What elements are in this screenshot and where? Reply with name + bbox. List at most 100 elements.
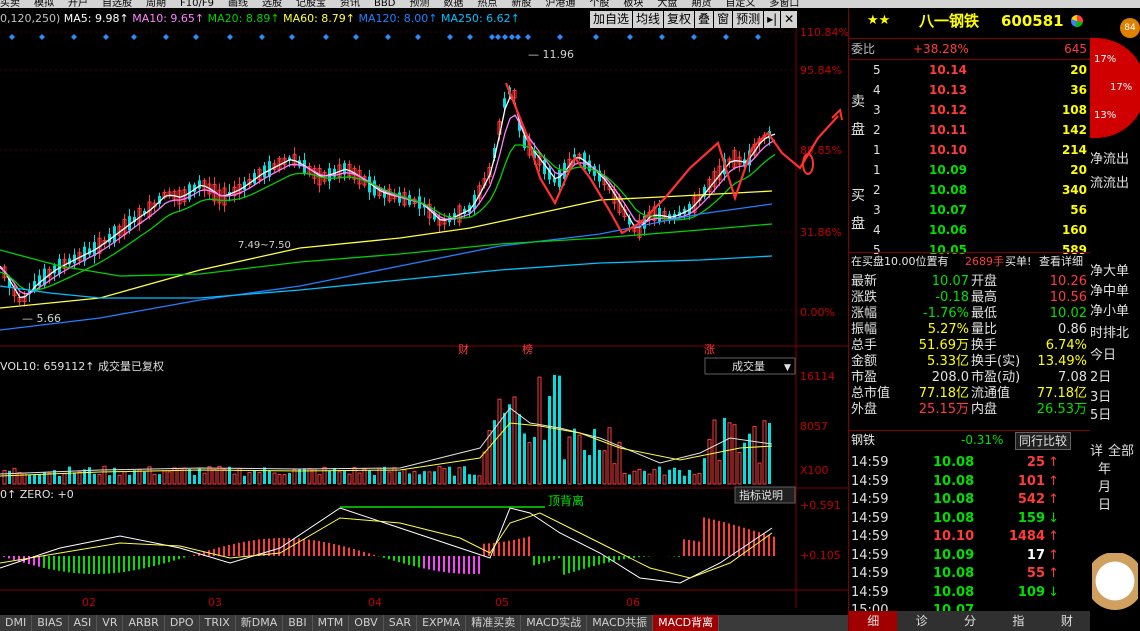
diamond-marker-icon[interactable]: [163, 34, 169, 40]
menu-item[interactable]: 记股宝: [296, 0, 326, 8]
macd-help-button[interactable]: 指标说明: [734, 486, 796, 504]
chart-area[interactable]: 110.84% 95.84% 80.85% 31.86% 0.00% — 11.96— 5…: [0, 8, 849, 615]
menu-item[interactable]: 板块: [623, 0, 643, 8]
pie-icon[interactable]: [1071, 15, 1083, 27]
menu-item[interactable]: 多窗口: [769, 0, 799, 8]
kline-svg[interactable]: 110.84%95.84%80.85%31.86%0.00%— 11.96— 5…: [0, 8, 849, 615]
side-item[interactable]: 今日: [1090, 344, 1116, 363]
side-item[interactable]: 3日: [1090, 386, 1111, 405]
close-icon[interactable]: ✕: [781, 11, 798, 28]
indicator-tab[interactable]: SAR: [384, 615, 418, 631]
diamond-marker-icon[interactable]: [259, 34, 265, 40]
buy-row[interactable]: 2 10.08 340: [849, 180, 1091, 200]
cat-mascot-icon[interactable]: [1092, 553, 1138, 623]
event-marker[interactable]: 涨: [704, 343, 715, 356]
menu-item[interactable]: 数据: [443, 0, 463, 8]
side-item[interactable]: 净流出: [1090, 148, 1129, 167]
buy-row[interactable]: 4 10.06 160: [849, 220, 1091, 240]
side-item[interactable]: 时排北: [1090, 322, 1129, 341]
score-badge[interactable]: 84: [1120, 18, 1140, 38]
side-item[interactable]: 年: [1098, 458, 1111, 477]
diamond-marker-icon[interactable]: [9, 34, 15, 40]
menu-item[interactable]: 画线: [228, 0, 248, 8]
side-item[interactable]: 全部: [1108, 440, 1134, 459]
side-item[interactable]: 5日: [1090, 404, 1111, 423]
diamond-marker-icon[interactable]: [495, 34, 501, 40]
menu-item[interactable]: 开户: [68, 0, 88, 8]
diamond-marker-icon[interactable]: [193, 34, 199, 40]
diamond-marker-icon[interactable]: [39, 34, 45, 40]
sell-row[interactable]: 2 10.11 142: [849, 120, 1091, 140]
indicator-tab[interactable]: 新DMA: [236, 615, 284, 631]
diamond-marker-icon[interactable]: [227, 34, 233, 40]
diamond-marker-icon[interactable]: [557, 34, 563, 40]
vol-select[interactable]: 成交量 ▼: [704, 357, 796, 375]
indicator-tab[interactable]: VR: [97, 615, 124, 631]
quote-tab[interactable]: 诊: [897, 611, 945, 631]
sell-row[interactable]: 4 10.13 36: [849, 80, 1091, 100]
menu-item[interactable]: 资讯: [340, 0, 360, 8]
menu-item[interactable]: 新股: [511, 0, 531, 8]
quote-tab[interactable]: 细: [849, 611, 898, 631]
menu-item[interactable]: 预测: [409, 0, 429, 8]
star-icon[interactable]: ★★: [867, 10, 890, 32]
diamond-marker-icon[interactable]: [323, 34, 329, 40]
diamond-marker-icon[interactable]: [71, 34, 77, 40]
menu-item[interactable]: 自定义: [725, 0, 755, 8]
menu-item[interactable]: 个股: [589, 0, 609, 8]
event-marker[interactable]: 财: [458, 342, 469, 356]
side-item[interactable]: 2日: [1090, 366, 1111, 385]
tool-button[interactable]: 加自选: [590, 11, 633, 28]
diamond-marker-icon[interactable]: [593, 34, 599, 40]
diamond-marker-icon[interactable]: [467, 34, 473, 40]
tool-button[interactable]: 均线: [633, 11, 664, 28]
menu-item[interactable]: 热点: [477, 0, 497, 8]
indicator-tab[interactable]: ARBR: [123, 615, 165, 631]
side-item[interactable]: 净小单: [1090, 300, 1129, 319]
diamond-marker-icon[interactable]: [103, 34, 109, 40]
sell-row[interactable]: 5 10.14 20: [849, 60, 1091, 80]
buy-row[interactable]: 3 10.07 56: [849, 200, 1091, 220]
quote-tab[interactable]: 分: [946, 611, 994, 631]
diamond-marker-icon[interactable]: [353, 34, 359, 40]
menu-item[interactable]: 自选股: [102, 0, 132, 8]
diamond-marker-icon[interactable]: [525, 34, 531, 40]
menu-item[interactable]: F10/F9: [180, 0, 214, 8]
indicator-tab[interactable]: MACD共振: [587, 615, 654, 631]
sector-compare-button[interactable]: 同行比较: [1015, 432, 1072, 450]
diamond-marker-icon[interactable]: [502, 34, 508, 40]
indicator-tab[interactable]: DPO: [165, 615, 200, 631]
side-item[interactable]: 详: [1090, 440, 1103, 459]
menu-item[interactable]: BBD: [374, 0, 395, 8]
sell-row[interactable]: 1 10.10 214: [849, 140, 1091, 160]
menu-item[interactable]: 大盘: [657, 0, 677, 8]
diamond-marker-icon[interactable]: [627, 34, 633, 40]
diamond-marker-icon[interactable]: [755, 34, 761, 40]
notice-row[interactable]: 在买盘10.00位置有 2689手 买单! 查看详细: [849, 252, 1091, 273]
indicator-tab[interactable]: TRIX: [200, 615, 236, 631]
tool-button[interactable]: 叠: [695, 11, 714, 28]
diamond-marker-icon[interactable]: [723, 34, 729, 40]
menu-item[interactable]: 沪港通: [545, 0, 575, 8]
side-item[interactable]: 日: [1098, 494, 1111, 513]
menu-item[interactable]: 期货: [691, 0, 711, 8]
indicator-tab[interactable]: EXPMA: [417, 615, 467, 631]
event-marker[interactable]: 榜: [522, 342, 533, 356]
diamond-marker-icon[interactable]: [659, 34, 665, 40]
diamond-marker-icon[interactable]: [385, 34, 391, 40]
menu-item[interactable]: 买卖: [0, 0, 20, 8]
tool-button[interactable]: 预测: [733, 11, 764, 28]
indicator-tab[interactable]: MACD实战: [521, 615, 588, 631]
indicator-tab[interactable]: OBV: [349, 615, 384, 631]
indicator-tab[interactable]: BBI: [283, 615, 313, 631]
indicator-tab[interactable]: DMI: [0, 615, 33, 631]
menu-item[interactable]: 周期: [146, 0, 166, 8]
indicator-tab[interactable]: ASI: [69, 615, 98, 631]
buy-row[interactable]: 1 10.09 20: [849, 160, 1091, 180]
tool-button[interactable]: 复权: [664, 11, 695, 28]
indicator-tab[interactable]: BIAS: [32, 615, 69, 631]
diamond-marker-icon[interactable]: [509, 34, 515, 40]
side-item[interactable]: 月: [1098, 476, 1111, 495]
indicator-tab[interactable]: MTM: [313, 615, 350, 631]
sell-row[interactable]: 3 10.12 108: [849, 100, 1091, 120]
